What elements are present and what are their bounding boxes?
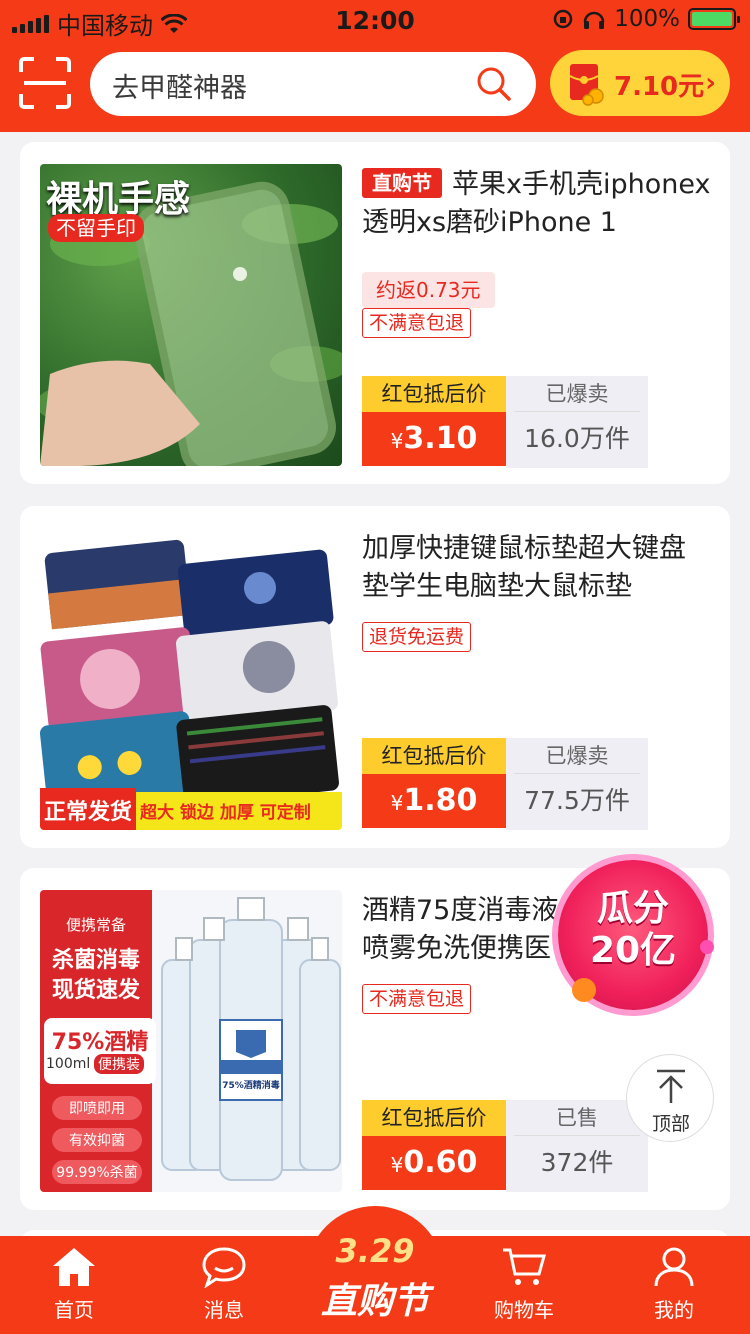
product-image[interactable]: 裸机手感 不留手印	[40, 164, 342, 466]
chevron-right-icon: ›	[705, 68, 716, 98]
redpacket-amount: 7.10元	[614, 72, 705, 102]
battery-icon	[688, 8, 740, 30]
rotation-lock-icon	[553, 9, 573, 29]
thumb-caption: 99.99%杀菌	[56, 1165, 138, 1181]
product-card[interactable]: 裸机手感 不留手印 直购节 苹果x手机壳iphonex透明xs磨砂iPhone 1…	[20, 142, 730, 484]
price-label: 红包抵后价	[362, 1100, 506, 1136]
promo-line: 20亿	[589, 930, 677, 971]
search-icon[interactable]	[476, 66, 512, 102]
price-label: 红包抵后价	[362, 738, 506, 774]
product-image[interactable]: 便携常备 杀菌消毒 现货速发 75%酒精 100ml 便携装 即喷即用 有效抑菌…	[40, 890, 342, 1192]
back-to-top-button[interactable]: 顶部	[626, 1054, 714, 1142]
price-box: 红包抵后价 ¥1.80 已爆卖 77.5万件	[362, 738, 648, 830]
service-tag: 不满意包退	[362, 984, 472, 1014]
tab-festival[interactable]: 3.29 直购节	[306, 1206, 444, 1334]
thumb-caption: 75%酒精	[51, 1030, 149, 1055]
headphones-icon	[583, 11, 605, 29]
user-icon	[654, 1247, 694, 1287]
product-title[interactable]: 直购节 苹果x手机壳iphonex透明xs磨砂iPhone 1	[362, 166, 712, 242]
service-tag: 退货免运费	[362, 622, 472, 652]
thumb-caption: 杀菌消毒	[51, 948, 140, 973]
thumb-caption: 100ml	[46, 1056, 91, 1072]
rebate-badge: 约返0.73元	[362, 272, 495, 308]
chat-bubble-icon	[202, 1247, 246, 1288]
thumb-caption: 便携常备	[65, 916, 126, 934]
promo-line: 瓜分	[596, 888, 669, 929]
price-value: ¥0.60	[362, 1136, 506, 1190]
sold-label: 已售	[514, 1100, 640, 1136]
service-tag: 不满意包退	[362, 308, 472, 338]
thumb-caption: 即喷即用	[69, 1101, 125, 1117]
decor-dot	[700, 940, 714, 954]
thumb-caption: 有效抑菌	[69, 1133, 125, 1149]
festival-tag: 直购节	[362, 168, 442, 198]
top-header: 去甲醛神器 7.10元 ›	[0, 40, 750, 132]
festival-name: 直购节	[320, 1281, 429, 1322]
thumb-caption: 便携装	[94, 1054, 144, 1074]
price-box: 红包抵后价 ¥3.10 已爆卖 16.0万件	[362, 376, 648, 468]
sold-label: 已爆卖	[514, 376, 640, 412]
price-box: 红包抵后价 ¥0.60 已售 372件	[362, 1100, 648, 1192]
price-value: ¥1.80	[362, 774, 506, 828]
sold-count: 16.0万件	[524, 424, 630, 453]
arrow-up-icon	[657, 1069, 685, 1103]
sold-count: 372件	[540, 1148, 614, 1177]
product-image[interactable]: 正常发货 超大 锁边 加厚 可定制	[40, 528, 342, 830]
festival-date: 3.29	[335, 1232, 415, 1270]
tab-messages[interactable]: 消息	[164, 1236, 284, 1334]
home-icon	[53, 1248, 95, 1286]
search-bar[interactable]: 去甲醛神器	[90, 52, 536, 116]
product-card[interactable]: 正常发货 超大 锁边 加厚 可定制 加厚快捷键鼠标垫超大键盘垫学生电脑垫大鼠标垫…	[20, 506, 730, 848]
cart-icon	[503, 1248, 546, 1285]
status-bar: 中国移动 12:00 100%	[0, 0, 750, 40]
thumb-caption: 现货速发	[51, 978, 140, 1003]
product-title[interactable]: 加厚快捷键鼠标垫超大键盘垫学生电脑垫大鼠标垫	[362, 530, 712, 606]
thumb-caption: 正常发货	[44, 800, 133, 825]
redpacket-balance-button[interactable]: 7.10元 ›	[550, 50, 730, 116]
tab-cart[interactable]: 购物车	[464, 1236, 584, 1334]
back-to-top-label: 顶部	[651, 1113, 690, 1135]
sold-count: 77.5万件	[524, 786, 630, 815]
mousepad-illustration	[40, 539, 342, 830]
thumb-caption: 超大 锁边 加厚 可定制	[140, 803, 311, 823]
tab-mine[interactable]: 我的	[614, 1236, 734, 1334]
redpacket-icon	[569, 64, 604, 106]
tab-label: 消息	[204, 1298, 244, 1322]
product-title[interactable]: 酒精75度消毒液喷雾免洗便携医用	[362, 892, 572, 968]
guafen-promo-badge[interactable]: 瓜分 20亿	[558, 860, 714, 1010]
decor-dot	[572, 978, 596, 1002]
sold-label: 已爆卖	[514, 738, 640, 774]
price-value: ¥3.10	[362, 412, 506, 466]
scan-icon[interactable]	[18, 56, 72, 110]
battery-percent: 100%	[614, 6, 680, 32]
thumb-caption: 不留手印	[48, 214, 144, 242]
price-label: 红包抵后价	[362, 376, 506, 412]
thumb-caption: 75%酒精消毒	[222, 1081, 280, 1091]
tab-label: 首页	[54, 1298, 94, 1322]
tab-label: 我的	[654, 1298, 694, 1322]
tab-home[interactable]: 首页	[14, 1236, 134, 1334]
tab-label: 购物车	[494, 1298, 554, 1322]
search-placeholder: 去甲醛神器	[112, 73, 247, 104]
